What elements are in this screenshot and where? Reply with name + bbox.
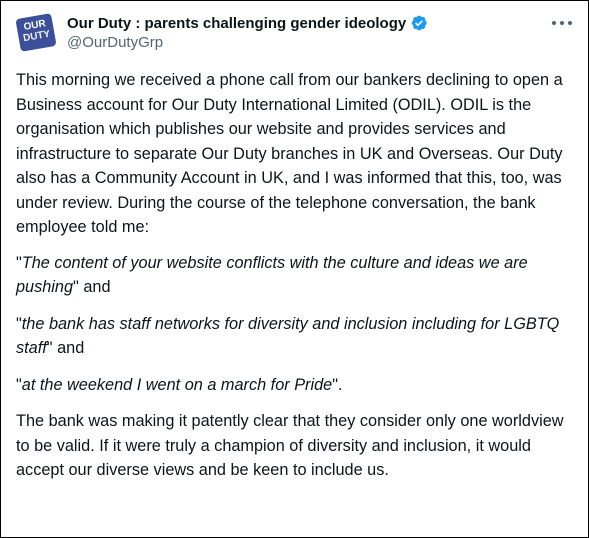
- quote-2: "the bank has staff networks for diversi…: [16, 312, 576, 361]
- quote-3: "at the weekend I went on a march for Pr…: [16, 373, 576, 398]
- quote-3-text: at the weekend I went on a march for Pri…: [21, 375, 333, 394]
- paragraph-intro: This morning we received a phone call fr…: [16, 71, 563, 236]
- verified-badge-icon[interactable]: [410, 14, 428, 32]
- tweet-card: OUR DUTY Our Duty : parents challenging …: [0, 0, 589, 538]
- tweet-header: OUR DUTY Our Duty : parents challenging …: [15, 13, 578, 53]
- display-name[interactable]: Our Duty : parents challenging gender id…: [67, 15, 406, 32]
- avatar[interactable]: OUR DUTY: [15, 13, 57, 53]
- quote-2-text: the bank has staff networks for diversit…: [16, 314, 560, 358]
- quote-1: "The content of your website conflicts w…: [16, 251, 576, 300]
- more-options-icon[interactable]: [552, 15, 572, 31]
- dot: [552, 21, 556, 25]
- quote-2-close: " and: [46, 339, 85, 357]
- tweet-text: This morning we received a phone call fr…: [16, 68, 576, 495]
- paragraph-closing: The bank was making it patently clear th…: [16, 412, 564, 479]
- quote-3-close: ".: [332, 375, 343, 394]
- quote-1-close: " and: [73, 278, 111, 296]
- dot: [560, 21, 564, 25]
- handle[interactable]: @OurDutyGrp: [67, 34, 163, 51]
- dot: [568, 21, 572, 25]
- avatar-logo: OUR DUTY: [15, 13, 57, 52]
- name-row: Our Duty : parents challenging gender id…: [67, 13, 428, 33]
